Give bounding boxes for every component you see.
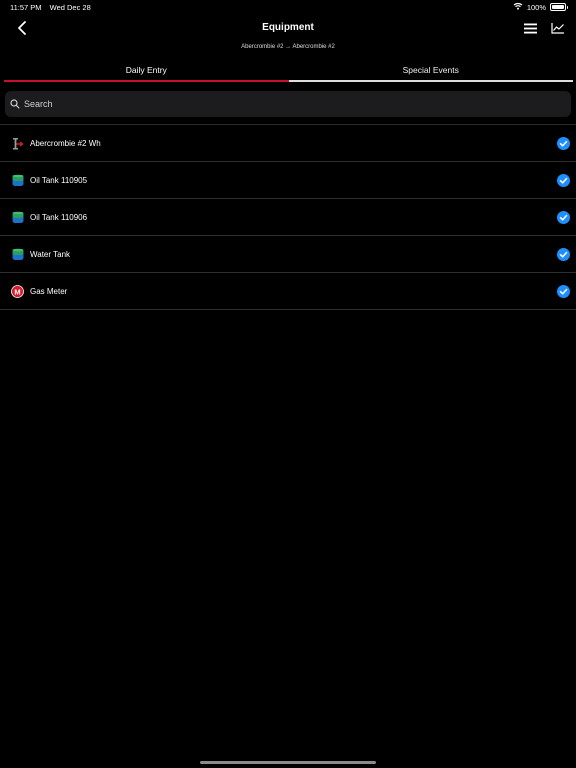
status-time-date: 11:57 PM Wed Dec 28 bbox=[10, 3, 91, 12]
list-item-oil-tank-110905[interactable]: Oil Tank 110905 bbox=[0, 162, 576, 199]
meter-icon: M bbox=[11, 285, 24, 298]
tab-daily-entry[interactable]: Daily Entry bbox=[4, 58, 289, 82]
equipment-list: Abercrombie #2 Wh Oil Tank 110905 Oil Ta… bbox=[0, 124, 576, 310]
tank-icon bbox=[11, 211, 24, 224]
list-item-label: Oil Tank 110905 bbox=[30, 176, 88, 185]
list-item-label: Oil Tank 110906 bbox=[30, 213, 88, 222]
search-input[interactable] bbox=[21, 91, 571, 117]
list-item-oil-tank-110906[interactable]: Oil Tank 110906 bbox=[0, 199, 576, 236]
battery-icon bbox=[550, 3, 568, 11]
status-date: Wed Dec 28 bbox=[49, 3, 91, 12]
chevron-left-icon bbox=[18, 21, 26, 35]
line-chart-icon bbox=[551, 23, 564, 34]
list-item-label: Abercrombie #2 Wh bbox=[30, 139, 101, 148]
page-title: Equipment bbox=[262, 22, 314, 33]
list-icon bbox=[523, 23, 537, 33]
back-button[interactable] bbox=[12, 18, 32, 38]
battery-percent: 100% bbox=[526, 2, 546, 12]
wifi-icon bbox=[513, 2, 523, 12]
tab-special-events[interactable]: Special Events bbox=[288, 58, 573, 82]
search-icon bbox=[9, 98, 21, 110]
status-bar: 11:57 PM Wed Dec 28 100% bbox=[0, 0, 576, 14]
list-item-water-tank[interactable]: Water Tank bbox=[0, 236, 576, 273]
list-item-label: Water Tank bbox=[30, 250, 71, 259]
checkmark-circle-icon bbox=[557, 248, 570, 261]
list-item-abercrombie-wh[interactable]: Abercrombie #2 Wh bbox=[0, 125, 576, 162]
chart-button[interactable] bbox=[550, 20, 566, 36]
meter-icon-letter: M bbox=[14, 287, 20, 296]
wellhead-icon bbox=[11, 137, 24, 150]
checkmark-circle-icon bbox=[557, 174, 570, 187]
checkmark-circle-icon bbox=[557, 285, 570, 298]
tank-icon bbox=[11, 174, 24, 187]
breadcrumb: Abercrombie #2 → Abercrombie #2 bbox=[241, 44, 335, 50]
checkmark-circle-icon bbox=[557, 137, 570, 150]
home-indicator[interactable] bbox=[200, 761, 376, 764]
navigation-bar: Equipment bbox=[0, 14, 576, 42]
menu-button[interactable] bbox=[522, 20, 538, 36]
status-time: 11:57 PM bbox=[10, 3, 42, 12]
search-bar[interactable] bbox=[5, 91, 571, 117]
list-item-label: Gas Meter bbox=[30, 287, 68, 296]
tab-bar: Daily Entry Special Events bbox=[4, 58, 573, 82]
list-item-gas-meter[interactable]: M Gas Meter bbox=[0, 273, 576, 310]
tank-icon bbox=[11, 248, 24, 261]
status-indicators: 100% bbox=[513, 2, 568, 12]
checkmark-circle-icon bbox=[557, 211, 570, 224]
